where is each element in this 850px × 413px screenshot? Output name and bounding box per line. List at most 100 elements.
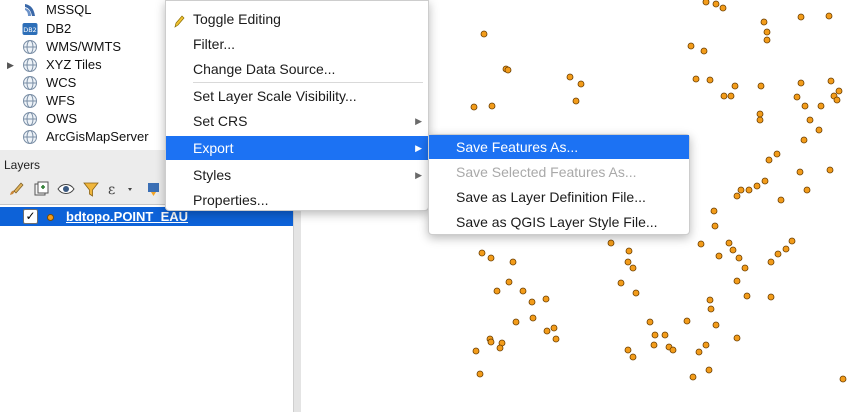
map-point-feature [480, 30, 488, 38]
menu-item-properties[interactable]: Properties... [166, 188, 428, 208]
expand-arrow-icon[interactable]: ▶ [7, 56, 14, 74]
map-point-feature [624, 258, 632, 266]
map-point-feature [487, 254, 495, 262]
map-point-feature [763, 28, 771, 36]
map-point-feature [493, 287, 501, 295]
map-point-feature [661, 331, 669, 339]
menu-item-label: Save Features As... [456, 139, 579, 155]
map-point-feature [472, 347, 480, 355]
menu-item-export[interactable]: Export ▶ [166, 136, 428, 160]
menu-item-label: Save as QGIS Layer Style File... [456, 214, 658, 230]
browser-item-label: XYZ Tiles [46, 57, 102, 72]
map-point-feature [774, 250, 782, 258]
map-point-feature [788, 237, 796, 245]
map-point-feature [760, 18, 768, 26]
map-point-feature [687, 42, 695, 50]
layer-visibility-checkbox[interactable]: ✓ [23, 209, 38, 224]
map-point-feature [720, 92, 728, 100]
map-point-feature [756, 110, 764, 118]
map-point-feature [504, 66, 512, 74]
map-point-feature [773, 150, 781, 158]
map-point-feature [753, 182, 761, 190]
map-point-feature [826, 166, 834, 174]
map-point-feature [496, 344, 504, 352]
map-point-feature [765, 156, 773, 164]
map-point-feature [710, 207, 718, 215]
map-point-feature [669, 346, 677, 354]
map-point-feature [800, 136, 808, 144]
pencil-icon [172, 12, 186, 28]
submenu-arrow-icon: ▶ [415, 116, 422, 126]
menu-item-label: Save as Layer Definition File... [456, 189, 646, 205]
browser-item-label: WFS [46, 93, 75, 108]
layers-list: ✓ bdtopo.POINT_EAU [0, 204, 293, 413]
map-point-feature [806, 116, 814, 124]
map-point-feature [683, 317, 691, 325]
menu-item-save-layer-definition-file[interactable]: Save as Layer Definition File... [429, 185, 689, 209]
paint-brush-icon[interactable] [6, 179, 26, 199]
map-point-feature [487, 338, 495, 346]
globe-icon [22, 111, 38, 127]
map-point-feature [646, 318, 654, 326]
globe-icon [22, 93, 38, 109]
map-point-feature [711, 222, 719, 230]
map-point-feature [737, 186, 745, 194]
expression-symbol: ε [108, 182, 115, 198]
map-point-feature [827, 77, 835, 85]
menu-item-save-features-as[interactable]: Save Features As... [429, 135, 689, 159]
map-point-feature [727, 92, 735, 100]
map-point-feature [529, 314, 537, 322]
mssql-icon [22, 2, 38, 18]
filter-icon[interactable] [81, 179, 101, 199]
map-point-feature [761, 177, 769, 185]
map-point-feature [512, 318, 520, 326]
menu-item-label: Filter... [193, 36, 236, 52]
menu-separator [193, 82, 423, 83]
map-point-feature [712, 0, 720, 8]
map-point-feature [835, 87, 843, 95]
map-point-feature [815, 126, 823, 134]
map-point-feature [542, 295, 550, 303]
map-point-feature [757, 82, 765, 90]
map-point-feature [763, 36, 771, 44]
map-point-feature [817, 102, 825, 110]
submenu-arrow-icon: ▶ [415, 170, 422, 180]
menu-item-change-data-source[interactable]: Change Data Source... [166, 57, 428, 81]
expression-filter-icon[interactable]: ε [106, 179, 136, 199]
add-group-icon[interactable] [31, 179, 51, 199]
map-point-feature [470, 103, 478, 111]
map-point-feature [695, 348, 703, 356]
menu-item-set-crs[interactable]: Set CRS ▶ [166, 109, 428, 133]
map-point-feature [632, 289, 640, 297]
map-point-feature [476, 370, 484, 378]
menu-item-save-qgis-layer-style-file[interactable]: Save as QGIS Layer Style File... [429, 210, 689, 234]
menu-item-set-layer-scale-visibility[interactable]: Set Layer Scale Visibility... [166, 84, 428, 108]
db2-icon: DB2 [22, 21, 38, 37]
map-point-feature [733, 192, 741, 200]
point-symbol-icon [47, 214, 54, 221]
map-point-feature [793, 93, 801, 101]
menu-item-toggle-editing[interactable]: Toggle Editing [166, 7, 428, 31]
menu-item-label: Change Data Source... [193, 61, 336, 77]
map-point-feature [519, 287, 527, 295]
map-point-feature [505, 278, 513, 286]
map-point-feature [839, 375, 847, 383]
menu-item-styles[interactable]: Styles ▶ [166, 163, 428, 187]
menu-item-filter[interactable]: Filter... [166, 32, 428, 56]
menu-item-label: Set Layer Scale Visibility... [193, 88, 357, 104]
expand-icon[interactable] [144, 179, 164, 199]
map-point-feature [550, 324, 558, 332]
eye-icon[interactable] [56, 179, 76, 199]
map-point-feature [712, 321, 720, 329]
map-point-feature [689, 373, 697, 381]
map-point-feature [552, 335, 560, 343]
browser-item-label: OWS [46, 111, 78, 126]
map-point-feature [617, 279, 625, 287]
map-point-feature [706, 296, 714, 304]
map-point-feature [767, 293, 775, 301]
browser-item-label: ArcGisMapServer [46, 129, 149, 144]
menu-item-label: Styles [193, 167, 232, 183]
globe-icon [22, 75, 38, 91]
globe-icon [22, 129, 38, 145]
menu-item-label: Toggle Editing [193, 11, 281, 27]
